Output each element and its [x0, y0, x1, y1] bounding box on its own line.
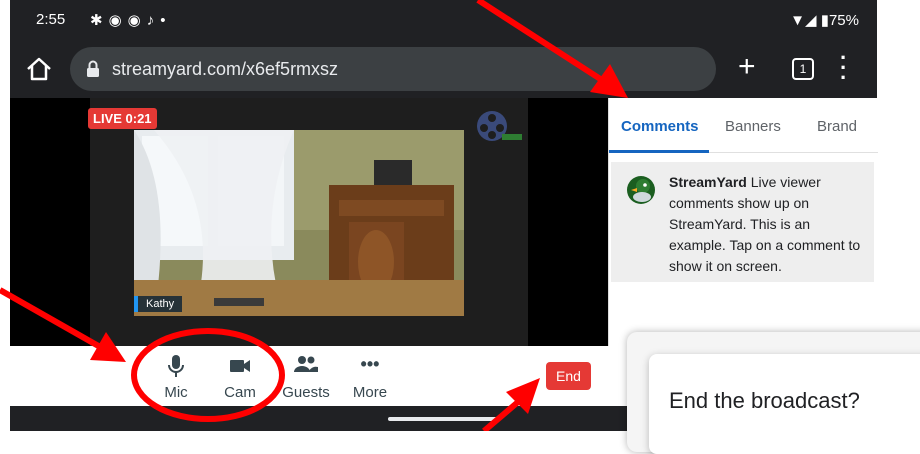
tab-switcher-button[interactable]: 1	[792, 58, 814, 80]
comment-author: StreamYard	[669, 174, 747, 190]
mic-button[interactable]: Mic	[146, 354, 206, 401]
dialog-title: End the broadcast?	[669, 388, 860, 413]
tab-banners[interactable]: Banners	[725, 118, 781, 135]
browser-toolbar: streamyard.com/x6ef5rmxsz + 1 · · ·	[10, 40, 877, 98]
tab-comments[interactable]: Comments	[621, 118, 699, 135]
more-dots-icon: •••	[360, 354, 380, 374]
battery-icon: ▮	[820, 12, 829, 29]
address-bar[interactable]: streamyard.com/x6ef5rmxsz	[70, 47, 716, 91]
participant-video[interactable]	[134, 130, 464, 316]
people-icon	[294, 356, 318, 372]
guests-button[interactable]: Guests	[276, 354, 336, 401]
url-text: streamyard.com/x6ef5rmxsz	[112, 59, 339, 79]
cam-label: Cam	[224, 384, 256, 401]
live-badge: LIVE 0:21	[88, 108, 157, 129]
camera-icon	[230, 360, 250, 372]
film-reel-logo-icon	[477, 111, 522, 141]
facebook-icon: ◉	[127, 12, 147, 29]
home-gesture-handle[interactable]	[388, 417, 498, 421]
notification-icons: ✱◉◉♪•	[90, 11, 172, 29]
home-icon[interactable]	[24, 54, 54, 84]
participant-name-tag: Kathy	[134, 296, 183, 312]
more-button[interactable]: ••• More	[340, 354, 400, 401]
battery-percent: 75%	[828, 12, 859, 29]
side-panel: Comments Banners Brand StreamYard Live v…	[608, 98, 878, 346]
end-broadcast-button[interactable]: End	[546, 362, 591, 390]
facebook-icon: ◉	[108, 12, 128, 29]
guests-label: Guests	[282, 384, 330, 401]
status-time: 2:55	[36, 11, 66, 28]
signal-icon: ◢	[804, 12, 817, 29]
status-bar: 2:55 ✱◉◉♪• ▼◢ ▮75%	[10, 0, 877, 40]
slack-icon: ✱	[90, 12, 109, 29]
microphone-icon	[168, 355, 184, 377]
comment-card[interactable]: StreamYard Live viewer comments show up …	[611, 162, 874, 282]
wifi-icon: ▼	[790, 12, 805, 29]
more-label: More	[352, 384, 388, 401]
dot-icon: •	[160, 12, 172, 29]
status-right: ▼◢ ▮75%	[790, 11, 859, 29]
end-broadcast-dialog: End the broadcast?	[649, 354, 920, 454]
room-scene-image	[134, 130, 464, 316]
cam-button[interactable]: Cam	[210, 354, 270, 401]
duck-avatar-icon	[627, 176, 655, 204]
more-menu-icon[interactable]: · · ·	[840, 47, 847, 89]
new-tab-icon[interactable]: +	[738, 52, 756, 82]
mic-label: Mic	[164, 384, 188, 401]
tab-brand[interactable]: Brand	[817, 118, 857, 135]
tiktok-icon: ♪	[146, 12, 161, 29]
active-tab-indicator	[609, 150, 709, 153]
comment-text: StreamYard Live viewer comments show up …	[669, 172, 869, 277]
lock-icon	[87, 60, 99, 77]
